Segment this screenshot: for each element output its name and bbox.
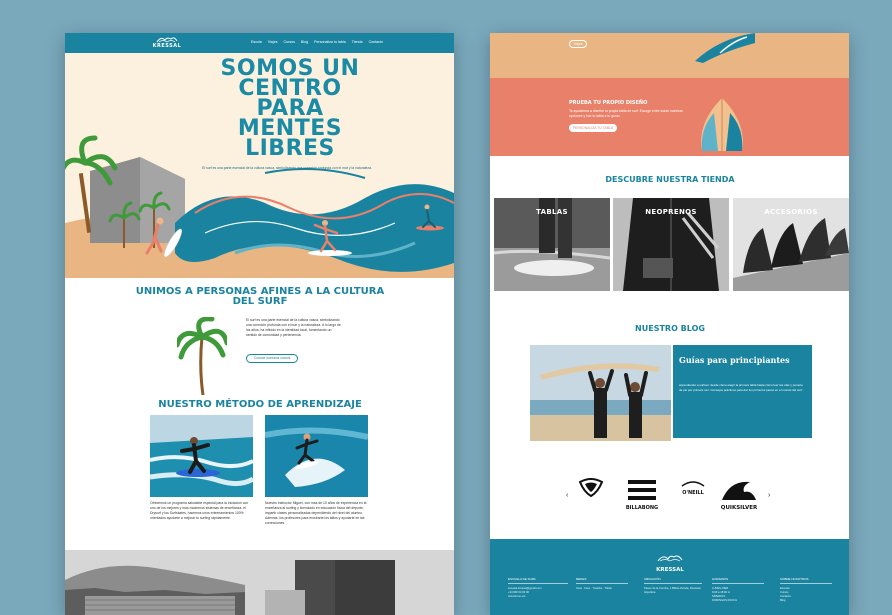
prueba-title: PRUEBA TU PROPIO DISEÑO (569, 100, 648, 106)
svg-text:BILLABONG: BILLABONG (626, 505, 658, 511)
brand-quiksilver[interactable]: QUIKSILVER (716, 478, 762, 517)
unimos-title: UNIMOS A PERSONAS AFINES A LA CULTURA DE… (135, 286, 385, 307)
shop-label-neoprenos: NEOPRENOS (645, 208, 697, 216)
nav-item-blog[interactable]: Blog (301, 40, 308, 45)
nav-item-contacto[interactable]: Contacto (369, 40, 383, 45)
footer: KRESSAL ESCUELA DE SURF escuela.kressal@… (490, 539, 849, 615)
footer-col-sobre: SOBRE NOSOTROS Escuela Cursos Contacto B… (780, 577, 832, 603)
quiksilver-logo-icon: QUIKSILVER (721, 481, 758, 511)
billabong-logo-icon: BILLABONG (626, 480, 658, 511)
brand-carousel: ‹ BILLABONG O'NEILL QUIKSILVER › (566, 478, 776, 518)
nav-item-personaliza[interactable]: Personaliza tu tabla (314, 40, 346, 45)
tienda-title: DESCUBRE NUESTRA TIENDA (605, 175, 735, 184)
blog-card[interactable]: Guías para principiantes Aprendiendo a s… (673, 345, 812, 438)
blog-card-text: Aprendiendo a surfear: desde cómo elegir… (679, 383, 803, 392)
footer-line: Gipuzkoa (644, 591, 656, 594)
shop-label-tablas: TABLAS (536, 208, 568, 216)
footer-col-title: HORARIOS (712, 577, 764, 584)
hero-subtitle: El surf es una parte esencial de la cult… (202, 166, 372, 170)
svg-text:QUIKSILVER: QUIKSILVER (721, 505, 758, 511)
chevron-right-icon[interactable]: › (768, 492, 770, 499)
nav-menu: Escola Viajes Cursos Blog Personaliza tu… (251, 40, 383, 45)
brand-oneill[interactable]: O'NEILL (678, 478, 708, 503)
hero-title: SOMOS UN CENTRO PARA MENTES LIBRES (165, 58, 415, 161)
top-nav: KRESSAL Escola Viajes Cursos Blog Person… (65, 33, 454, 53)
footer-col-title: SOBRE NOSOTROS (780, 577, 832, 584)
metodo-text-2: Nuestro instructor Miguel, con más de 10… (265, 501, 367, 525)
wave-logo-icon (156, 37, 178, 43)
footer-link-blog[interactable]: Blog (780, 599, 832, 603)
footer-col-horarios: HORARIOS LUNES-VIER 9:00 a 18:00 H SÁBAD… (712, 577, 764, 603)
footer-col-title: REDES (576, 577, 628, 584)
footer-col-title: UBICACIÓN (644, 577, 702, 584)
roxy-logo-icon (578, 478, 604, 498)
metodo-title: NUESTRO MÉTODO DE APRENDIZAJE (158, 399, 362, 410)
surf-photo-2 (265, 415, 368, 497)
surfboard-design-icon (701, 98, 743, 151)
palm-tree-icon (177, 317, 227, 395)
footer-logo[interactable]: KRESSAL (648, 549, 692, 573)
brand-billabong[interactable]: BILLABONG (626, 478, 658, 517)
svg-text:O'NEILL: O'NEILL (682, 490, 704, 496)
nav-item-escola[interactable]: Escola (251, 40, 262, 45)
shop-label-accesorios: ACCESORIOS (764, 208, 818, 216)
shop-card-accesorios[interactable]: ACCESORIOS (733, 198, 849, 291)
blog-card-title: Guías para principiantes (679, 355, 790, 365)
hero-section: SOMOS UN CENTRO PARA MENTES LIBRES El su… (65, 53, 454, 278)
footer-col-escuela: ESCUELA DE SURF escuela.kressal@gmail.co… (508, 577, 568, 599)
viajes-band (490, 33, 849, 78)
footer-col-redes: REDES Insta · Face · Youtube · Tiktok (576, 577, 628, 591)
nav-item-viajes[interactable]: Viajes (268, 40, 278, 45)
footer-line: DOMINGOS 09:00 H (712, 599, 738, 602)
footer-col-ubicacion: UBICACIÓN Paseo de la Concha, 1 Bilbao Z… (644, 577, 702, 595)
nav-item-tienda[interactable]: Tienda (352, 40, 363, 45)
footer-logo-text: KRESSAL (656, 567, 684, 573)
blog-photo[interactable] (530, 345, 671, 441)
brand-roxy[interactable] (578, 478, 604, 503)
chevron-left-icon[interactable]: ‹ (566, 492, 568, 499)
site-logo[interactable]: KRESSAL (147, 36, 187, 51)
blog-title: NUESTRO BLOG (635, 324, 705, 333)
hero-title-line: LIBRES (245, 136, 335, 161)
personaliza-button[interactable]: PERSONALIZA TU TABLA (569, 124, 617, 132)
nav-item-cursos[interactable]: Cursos (284, 40, 295, 45)
city-photo (65, 550, 454, 615)
logo-text: KRESSAL (152, 43, 182, 49)
prueba-text: Te ayudamos a diseñar tu propia tabla de… (569, 109, 683, 118)
cursos-button[interactable]: Conoce nuestros cursos (246, 354, 298, 363)
footer-col-title: ESCUELA DE SURF (508, 577, 568, 584)
shop-card-tablas[interactable]: TABLAS (494, 198, 610, 291)
homepage-mockup-left: KRESSAL Escola Viajes Cursos Blog Person… (65, 33, 454, 615)
wave-logo-icon (657, 555, 683, 562)
viajes-button[interactable]: Viajes (569, 40, 587, 48)
unimos-text: El surf es una parte esencial de la cult… (246, 318, 341, 337)
homepage-mockup-right: Viajes PRUEBA TU PROPIO DISEÑO Te ayudam… (490, 33, 849, 615)
surfboard-icon (695, 33, 755, 63)
shop-card-neoprenos[interactable]: NEOPRENOS (613, 198, 729, 291)
oneill-logo-icon: O'NEILL (681, 481, 705, 496)
surf-photo-1 (150, 415, 253, 497)
footer-line: Horario lun-vie (508, 595, 526, 598)
footer-social-links[interactable]: Insta · Face · Youtube · Tiktok (576, 587, 628, 591)
metodo-text-1: Ofrecemos un programa saludable especial… (150, 501, 249, 520)
